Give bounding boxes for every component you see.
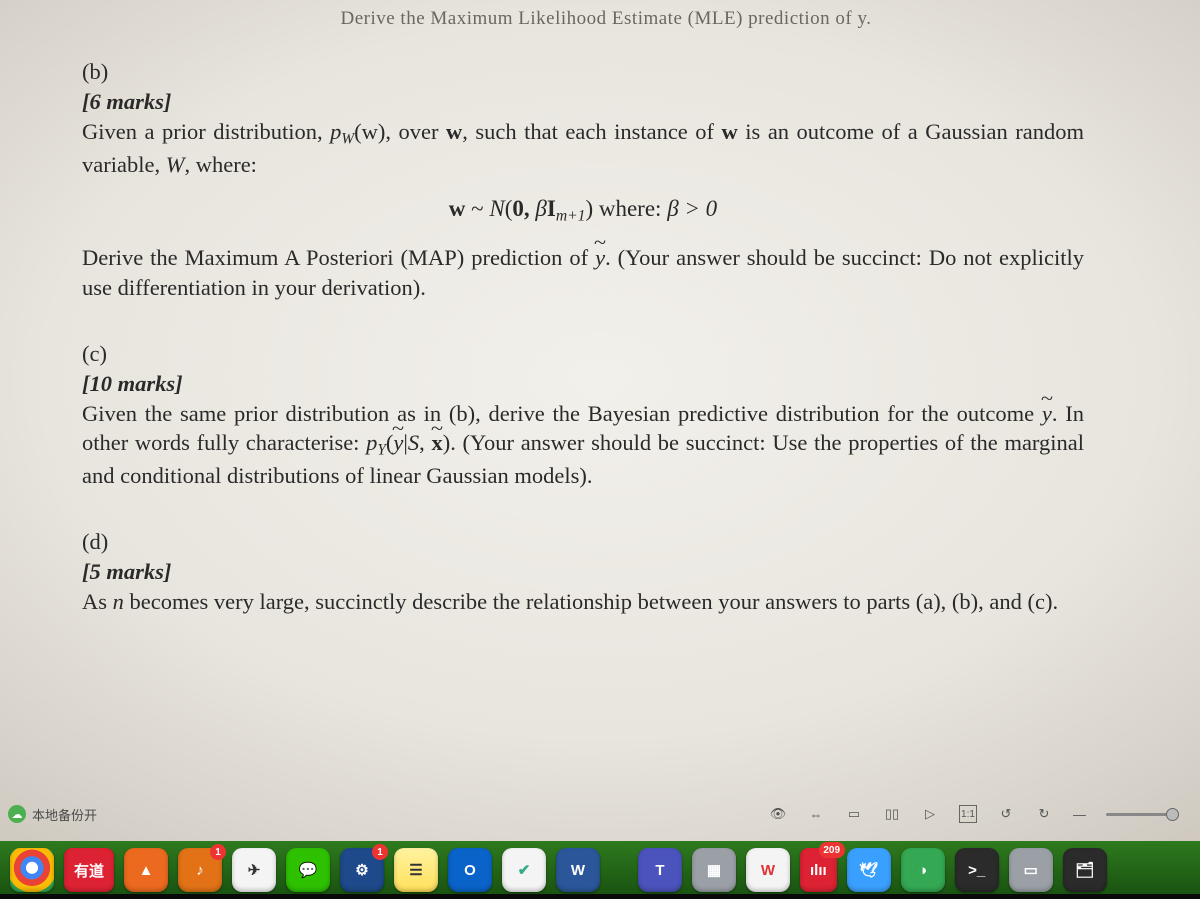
document-page: Derive the Maximum Likelihood Estimate (… — [0, 0, 1200, 653]
dock-app-settings[interactable]: ⚙1 — [340, 848, 384, 892]
dock-app-word[interactable]: W — [556, 848, 600, 892]
dock-badge: 1 — [210, 844, 226, 860]
question-b-body: [6 marks] Given a prior distribution, pW… — [82, 87, 1084, 302]
dock-app-notes[interactable]: ☰ — [394, 848, 438, 892]
screen-bezel — [0, 894, 1200, 899]
dock-app-terminal[interactable]: >_ — [955, 848, 999, 892]
question-c-label: (c) — [82, 339, 124, 369]
question-b-marks: [6 marks] — [82, 89, 171, 114]
equation-b: w ~ N(0, βIm+1) where: β > 0 — [82, 194, 1084, 227]
dock-app-matlab[interactable]: ▲ — [124, 848, 168, 892]
dock-app-outlook[interactable]: O — [448, 848, 492, 892]
single-page-icon[interactable]: ▭ — [845, 805, 863, 823]
dock-app-wolfram[interactable]: W — [746, 848, 790, 892]
dock-app-thunderbird[interactable]: 🕊 — [847, 848, 891, 892]
dock-app-finder[interactable]: 🗂 — [1063, 848, 1107, 892]
dock-app-activity[interactable]: ◑ — [901, 848, 945, 892]
question-b: (b) [6 marks] Given a prior distribution… — [82, 57, 1130, 302]
dock-badge: 209 — [819, 842, 845, 858]
viewer-status-bar: ☁ 本地备份开 👁 ⇔ ▭ ▯▯ ▷ 1:1 ↺ ↻ — — [0, 797, 1200, 831]
truncated-previous-line: Derive the Maximum Likelihood Estimate (… — [82, 6, 1130, 31]
zoom-slider-thumb[interactable] — [1166, 808, 1179, 821]
dock-app-window[interactable]: ▭ — [1009, 848, 1053, 892]
fit-width-icon[interactable]: ⇔ — [807, 805, 825, 823]
dock-app-iliji[interactable]: ılıı209 — [800, 848, 837, 892]
dock-app-todo[interactable]: ✔ — [502, 848, 546, 892]
dock-app-mail[interactable]: ✈ — [232, 848, 276, 892]
rotate-right-icon[interactable]: ↻ — [1035, 805, 1053, 823]
question-d-marks: [5 marks] — [82, 559, 171, 584]
play-icon[interactable]: ▷ — [921, 805, 939, 823]
question-b-label: (b) — [82, 57, 124, 87]
dock-app-teams[interactable]: T — [638, 848, 682, 892]
macos-dock: 有道 ▲ ♪1 ✈ 💬 ⚙1 ☰ O ✔ W T ▦ W ılıı209 🕊 ◑… — [0, 841, 1200, 899]
question-d-label: (d) — [82, 527, 124, 557]
dock-app-photos[interactable]: ▦ — [692, 848, 736, 892]
dock-badge: 1 — [372, 844, 388, 860]
question-d-body: [5 marks] As n becomes very large, succi… — [82, 557, 1084, 617]
question-d: (d) [5 marks] As n becomes very large, s… — [82, 527, 1130, 617]
cloud-sync-icon: ☁ — [8, 805, 26, 823]
question-c-body: [10 marks] Given the same prior distribu… — [82, 369, 1084, 491]
backup-status-text: 本地备份开 — [32, 805, 97, 824]
question-c: (c) [10 marks] Given the same prior dist… — [82, 339, 1130, 491]
dock-app-wechat[interactable]: 💬 — [286, 848, 330, 892]
zoom-slider[interactable] — [1106, 813, 1176, 816]
zoom-divider: — — [1073, 807, 1086, 822]
facing-pages-icon[interactable]: ▯▯ — [883, 805, 901, 823]
dock-app-music[interactable]: ♪1 — [178, 848, 222, 892]
question-c-marks: [10 marks] — [82, 371, 183, 396]
dock-app-youdao[interactable]: 有道 — [64, 848, 114, 892]
eye-icon[interactable]: 👁 — [769, 805, 787, 823]
actual-size-icon[interactable]: 1:1 — [959, 805, 977, 823]
backup-status: ☁ 本地备份开 — [8, 805, 97, 824]
dock-app-chrome[interactable] — [10, 848, 54, 892]
rotate-left-icon[interactable]: ↺ — [997, 805, 1015, 823]
